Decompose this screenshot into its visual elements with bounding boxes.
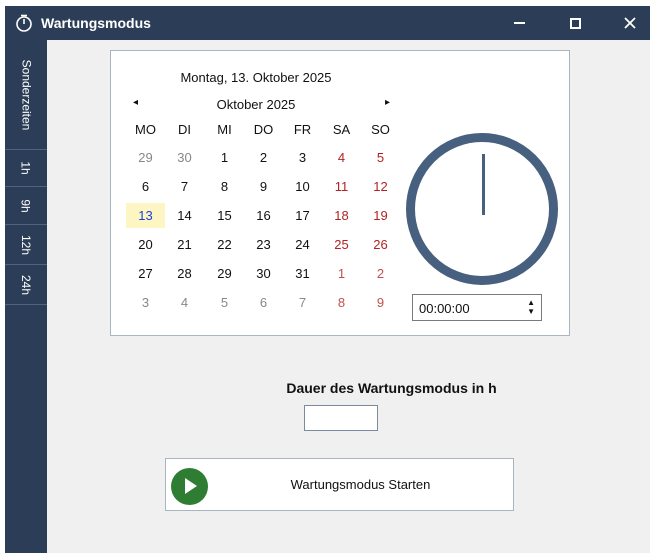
calendar-day[interactable]: 12 <box>361 174 400 199</box>
calendar-day[interactable]: 18 <box>322 203 361 228</box>
calendar-day-selected[interactable]: 13 <box>126 203 165 228</box>
calendar-day[interactable]: 8 <box>205 174 244 199</box>
calendar-date-header: Montag, 13. Oktober 2025 <box>180 70 332 85</box>
calendar-day[interactable]: 5 <box>361 145 400 170</box>
calendar-day[interactable]: 4 <box>322 145 361 170</box>
calendar-day[interactable]: 30 <box>165 145 204 170</box>
clock-hand <box>482 154 485 215</box>
time-spinner[interactable]: ▲ ▼ <box>527 298 535 316</box>
calendar-day[interactable]: 2 <box>244 145 283 170</box>
calendar-day[interactable]: 6 <box>244 290 283 315</box>
maximize-icon <box>569 17 581 29</box>
calendar-day[interactable]: 7 <box>165 174 204 199</box>
weekday-header: MO <box>135 122 156 137</box>
calendar-day[interactable]: 24 <box>283 232 322 257</box>
title-bar: Wartungsmodus <box>5 6 650 40</box>
content-area: Montag, 13. Oktober 2025 ◂ Oktober 2025 … <box>47 40 650 553</box>
window-title: Wartungsmodus <box>41 15 151 31</box>
calendar-day[interactable]: 8 <box>322 290 361 315</box>
calendar-day[interactable]: 11 <box>322 174 361 199</box>
date-time-panel: Montag, 13. Oktober 2025 ◂ Oktober 2025 … <box>110 50 570 336</box>
sidebar-item-label: Sonderzeiten <box>19 59 33 130</box>
calendar-day[interactable]: 23 <box>244 232 283 257</box>
duration-input[interactable] <box>304 405 378 431</box>
calendar-day[interactable]: 1 <box>322 261 361 286</box>
spin-down-icon[interactable]: ▼ <box>527 307 535 316</box>
sidebar-item-1h[interactable]: 1h <box>5 150 47 187</box>
clock-face <box>406 133 558 285</box>
duration-label: Dauer des Wartungsmodus in h <box>286 380 497 396</box>
calendar-day[interactable]: 14 <box>165 203 204 228</box>
weekday-header: DO <box>253 122 274 137</box>
calendar-day[interactable]: 26 <box>361 232 400 257</box>
start-maintenance-button[interactable]: Wartungsmodus Starten <box>165 458 514 511</box>
sidebar-item-12h[interactable]: 12h <box>5 225 47 265</box>
calendar-month-label: Oktober 2025 <box>216 97 296 112</box>
calendar-day[interactable]: 17 <box>283 203 322 228</box>
time-picker[interactable]: 00:00:00 ▲ ▼ <box>412 294 542 321</box>
calendar-day[interactable]: 5 <box>205 290 244 315</box>
calendar-day[interactable]: 28 <box>165 261 204 286</box>
weekday-header: MI <box>217 122 232 137</box>
minimize-button[interactable] <box>497 6 541 40</box>
sidebar-item-label: 1h <box>18 161 33 175</box>
calendar-next-button[interactable]: ▸ <box>385 97 390 108</box>
calendar-day[interactable]: 29 <box>126 145 165 170</box>
time-value: 00:00:00 <box>419 301 470 316</box>
main-window: Wartungsmodus Sonderzeiten 1h 9h 12h 24h <box>5 6 650 553</box>
weekday-header: SA <box>332 122 351 137</box>
calendar-day[interactable]: 9 <box>244 174 283 199</box>
calendar-day[interactable]: 10 <box>283 174 322 199</box>
calendar-day[interactable]: 31 <box>283 261 322 286</box>
timer-icon <box>16 14 32 32</box>
calendar-day[interactable]: 9 <box>361 290 400 315</box>
calendar-day[interactable]: 20 <box>126 232 165 257</box>
sidebar-item-9h[interactable]: 9h <box>5 187 47 225</box>
calendar-day[interactable]: 27 <box>126 261 165 286</box>
sidebar: Sonderzeiten 1h 9h 12h 24h <box>5 40 47 553</box>
sidebar-item-label: 12h <box>19 234 33 255</box>
calendar-day[interactable]: 25 <box>322 232 361 257</box>
calendar-day[interactable]: 2 <box>361 261 400 286</box>
calendar-day[interactable]: 1 <box>205 145 244 170</box>
weekday-header: SO <box>371 122 390 137</box>
calendar-day[interactable]: 30 <box>244 261 283 286</box>
weekday-header: FR <box>293 122 312 137</box>
calendar-day[interactable]: 29 <box>205 261 244 286</box>
weekday-header: DI <box>178 122 191 137</box>
sidebar-item-24h[interactable]: 24h <box>5 265 47 305</box>
calendar-day[interactable]: 19 <box>361 203 400 228</box>
minimize-icon <box>513 22 525 24</box>
sidebar-item-label: 9h <box>18 198 33 213</box>
sidebar-item-sonderzeiten[interactable]: Sonderzeiten <box>5 40 47 150</box>
spin-up-icon[interactable]: ▲ <box>527 298 535 307</box>
close-button[interactable] <box>608 6 650 40</box>
start-button-label: Wartungsmodus Starten <box>290 477 431 492</box>
calendar-day[interactable]: 3 <box>126 290 165 315</box>
maximize-button[interactable] <box>553 6 597 40</box>
calendar-day[interactable]: 15 <box>205 203 244 228</box>
close-icon <box>624 17 636 29</box>
calendar-day[interactable]: 6 <box>126 174 165 199</box>
sidebar-item-label: 24h <box>19 274 33 295</box>
calendar-day[interactable]: 16 <box>244 203 283 228</box>
calendar-day[interactable]: 4 <box>165 290 204 315</box>
calendar-day[interactable]: 3 <box>283 145 322 170</box>
calendar-day[interactable]: 7 <box>283 290 322 315</box>
calendar-day[interactable]: 21 <box>165 232 204 257</box>
calendar-day[interactable]: 22 <box>205 232 244 257</box>
